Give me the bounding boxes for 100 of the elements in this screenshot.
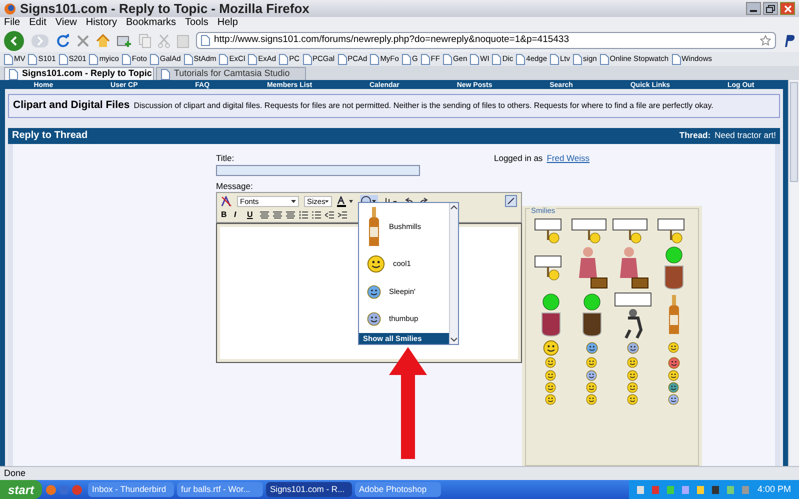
menu-item[interactable]: Tools: [185, 18, 208, 28]
smiley-icon[interactable]: [586, 370, 597, 380]
close-icon: [784, 4, 792, 12]
format-button[interactable]: U: [247, 209, 256, 222]
address-field[interactable]: http://www.signs101.com/forums/newreply.php?do=newreply&noquote=1&p=415433: [196, 32, 776, 49]
start-button[interactable]: start: [0, 480, 42, 499]
smiley-icon[interactable]: [545, 357, 556, 368]
smiley-icon[interactable]: [586, 342, 598, 354]
smiley-icon[interactable]: [586, 394, 597, 404]
dropdown-caret-icon: [325, 200, 329, 203]
page-icon: [550, 54, 560, 64]
align-icon[interactable]: [286, 211, 295, 220]
smiley-icon[interactable]: [668, 342, 679, 353]
smiley-icon[interactable]: [627, 357, 638, 368]
smiley-icon[interactable]: [668, 356, 680, 368]
minimize-button[interactable]: [746, 2, 761, 15]
logged-in-text: Logged in as: [494, 152, 543, 165]
panel-heading: Reply to Thread: [12, 129, 88, 144]
close-button[interactable]: [780, 2, 795, 15]
page-icon: [600, 54, 609, 64]
status-text: Done: [4, 466, 26, 480]
remove-format-icon[interactable]: [221, 196, 232, 207]
page-icon: [573, 54, 582, 64]
smiley-icon[interactable]: [367, 284, 381, 299]
smiley-icon[interactable]: [626, 342, 638, 354]
bullet-list-icon[interactable]: [312, 211, 321, 220]
menu-item[interactable]: Help: [217, 18, 238, 28]
smiley-icon[interactable]: [627, 382, 638, 392]
dropdown-caret-icon: [291, 200, 296, 203]
back-button[interactable]: [4, 30, 24, 50]
page-icon: [279, 54, 288, 64]
page-icon: [402, 54, 411, 64]
smiley-icon[interactable]: [586, 382, 597, 392]
page-icon: [58, 54, 68, 64]
reload-icon[interactable]: [56, 34, 70, 48]
menu-item[interactable]: Bookmarks: [126, 18, 176, 28]
page-icon: [89, 54, 98, 64]
page-icon: [4, 54, 13, 64]
minimize-icon: [750, 10, 757, 12]
align-icon[interactable]: [260, 211, 269, 220]
page-icon: [248, 54, 258, 64]
text-color-icon[interactable]: [337, 196, 355, 207]
user-link[interactable]: Fred Weiss: [546, 152, 590, 176]
format-button[interactable]: B: [221, 209, 230, 222]
menu-item[interactable]: File: [4, 18, 20, 28]
page-icon: [672, 54, 681, 64]
smiley-icon[interactable]: [545, 382, 556, 392]
thread-title: Need tractor art!: [714, 129, 776, 142]
smiley-icon[interactable]: [545, 370, 556, 380]
restore-button[interactable]: [763, 2, 778, 15]
scrollbar-thumb[interactable]: [790, 82, 798, 182]
page-icon: [161, 68, 170, 80]
new-folder-icon[interactable]: [117, 34, 132, 48]
menu-item[interactable]: History: [86, 18, 117, 28]
taskbar-button[interactable]: Inbox - Thunderbird: [88, 482, 174, 497]
browser-tab[interactable]: Signs101.com - Reply to Topic: [4, 67, 154, 80]
smiley-icon[interactable]: [542, 340, 558, 356]
browser-tab[interactable]: Tutorials for Camtasia Studio: [156, 67, 306, 80]
page-icon: [442, 54, 452, 64]
menu-item[interactable]: View: [55, 18, 77, 28]
bottle-icon[interactable]: [666, 294, 680, 334]
scroll-down-icon[interactable]: [450, 336, 458, 344]
paypal-logo-icon[interactable]: [783, 34, 795, 48]
smiley-icon[interactable]: [367, 255, 385, 274]
taskbar-button[interactable]: Signs101.com - R...: [266, 482, 352, 497]
taskbar-button[interactable]: Adobe Photoshop: [355, 482, 442, 497]
forum-description: Discussion of clipart and digital files. Requests for files are not permitted. Neither is the sending of files to others. Requests for where to find a file are perfectly okay.: [134, 100, 714, 112]
page-icon: [184, 54, 193, 64]
scroll-up-icon[interactable]: [450, 202, 458, 211]
format-button[interactable]: I: [234, 209, 243, 222]
smiley-icon[interactable]: [367, 312, 381, 326]
smiley-icon[interactable]: [627, 370, 638, 380]
numbered-list-icon[interactable]: [299, 211, 308, 220]
message-label: Message:: [216, 180, 254, 192]
smiley-icon[interactable]: [545, 394, 556, 404]
indent-icon[interactable]: [338, 211, 347, 220]
smiley-icon[interactable]: [668, 370, 679, 380]
page-icon: [516, 54, 526, 64]
window-title: Signs101.com - Reply to Topic - Mozilla Firefox: [20, 0, 310, 18]
police-sign-icon[interactable]: [614, 290, 652, 338]
page-icon: [470, 54, 480, 64]
smiley-icon[interactable]: [627, 394, 638, 404]
outdent-icon[interactable]: [325, 211, 334, 220]
title-label: Title:: [216, 152, 236, 164]
page-icon: [122, 54, 131, 64]
page-icon: [28, 54, 38, 64]
home-icon[interactable]: [96, 34, 110, 47]
smiley-icon[interactable]: [586, 357, 597, 368]
restore-icon: [766, 4, 775, 12]
dropdown-scrollbar[interactable]: [449, 202, 458, 344]
taskbar-button[interactable]: fur balls.rtf - Wor...: [177, 482, 264, 497]
align-icon[interactable]: [273, 211, 282, 220]
smiley-icon[interactable]: [668, 382, 679, 392]
page-scrollbar[interactable]: [788, 80, 799, 466]
clock: 4:00 PM: [757, 482, 791, 496]
smiley-icon[interactable]: [668, 394, 679, 404]
title-field[interactable]: [216, 164, 420, 176]
menu-item[interactable]: Edit: [29, 18, 46, 28]
star-icon[interactable]: [760, 35, 771, 46]
resize-icon[interactable]: [505, 195, 517, 208]
